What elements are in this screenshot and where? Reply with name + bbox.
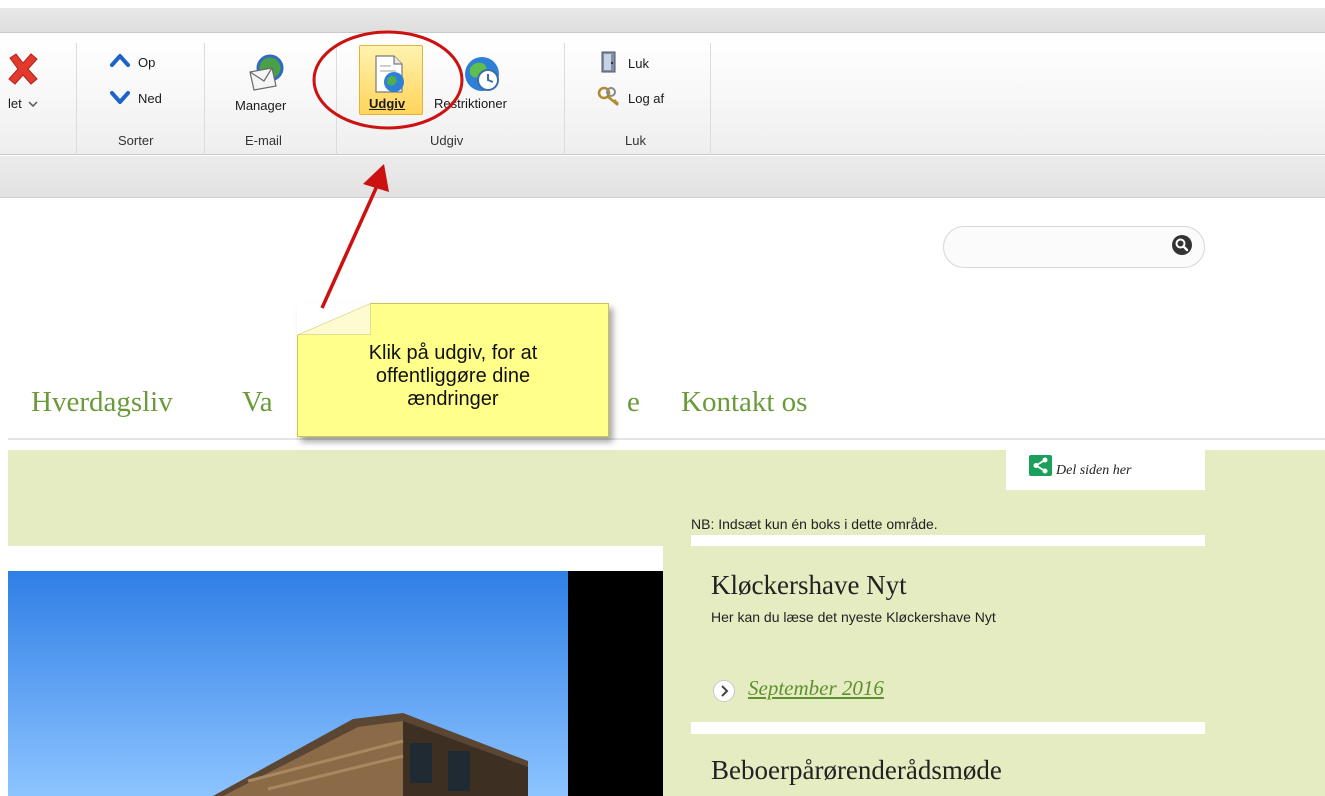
annotation-arrow-shaft <box>320 185 379 309</box>
annotation-overlay <box>312 30 464 309</box>
annotation-arrow-head <box>363 164 389 192</box>
highlight-ellipse <box>312 30 464 130</box>
